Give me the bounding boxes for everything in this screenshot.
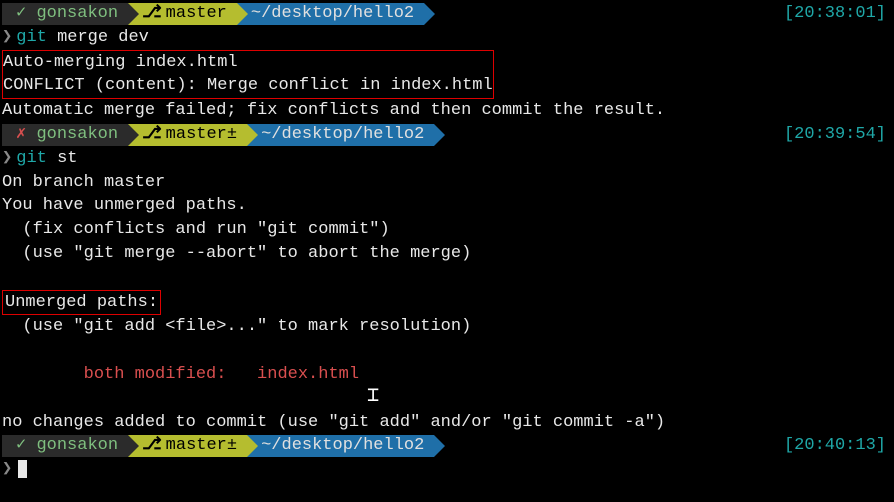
branch-segment: ⎇master±: [128, 124, 247, 146]
username: gonsakon: [36, 436, 118, 455]
prompt-arrow-icon: ❯: [2, 460, 12, 479]
text-cursor-icon: ⌶: [367, 383, 379, 411]
command-line-2[interactable]: ❯git st: [2, 147, 892, 171]
timestamp: [20:38:01]: [784, 2, 892, 26]
cwd-path: ~/desktop/hello2: [261, 436, 424, 455]
command-line-1[interactable]: ❯git merge dev: [2, 26, 892, 50]
cmd-git: git: [16, 149, 47, 168]
unmerged-paths-box: Unmerged paths:: [2, 290, 161, 316]
output-line: no changes added to commit (use "git add…: [2, 411, 892, 435]
prompt-line-2[interactable]: ✗ gonsakon ⎇master± ~/desktop/hello2 [20…: [2, 123, 892, 147]
output-line: (fix conflicts and run "git commit"): [2, 218, 892, 242]
check-icon: ✓: [16, 4, 26, 23]
cmd-git: git: [16, 28, 47, 47]
username: gonsakon: [36, 125, 118, 144]
path-segment: ~/desktop/hello2: [247, 435, 434, 457]
both-modified-line: both modified: index.html: [2, 363, 892, 387]
path-segment: ~/desktop/hello2: [247, 124, 434, 146]
x-icon: ✗: [16, 125, 26, 144]
timestamp: [20:40:13]: [784, 434, 892, 458]
user-segment: ✗ gonsakon: [2, 124, 128, 146]
cwd-path: ~/desktop/hello2: [251, 4, 414, 23]
output-line: You have unmerged paths.: [2, 194, 892, 218]
path-segment: ~/desktop/hello2: [237, 3, 424, 25]
output-line: Auto-merging index.html: [3, 51, 493, 75]
branch-segment: ⎇master±: [128, 435, 247, 457]
merge-conflict-box: Auto-merging index.html CONFLICT (conten…: [2, 50, 494, 100]
prompt-line-3[interactable]: ✓ gonsakon ⎇master± ~/desktop/hello2 [20…: [2, 434, 892, 458]
user-segment: ✓ gonsakon: [2, 3, 128, 25]
prompt-line-1[interactable]: ✓ gonsakon ⎇master ~/desktop/hello2 [20:…: [2, 2, 892, 26]
output-line: CONFLICT (content): Merge conflict in in…: [3, 74, 493, 98]
branch-icon: ⎇: [142, 124, 162, 146]
branch-name: master: [166, 4, 227, 23]
output-line: On branch master: [2, 171, 892, 195]
user-segment: ✓ gonsakon: [2, 435, 128, 457]
command-line-3[interactable]: ❯: [2, 458, 892, 482]
prompt-arrow-icon: ❯: [2, 28, 12, 47]
branch-segment: ⎇master: [128, 3, 237, 25]
branch-name: master±: [166, 125, 237, 144]
output-line: (use "git add <file>..." to mark resolut…: [2, 315, 892, 339]
timestamp: [20:39:54]: [784, 123, 892, 147]
branch-icon: ⎇: [142, 3, 162, 25]
username: gonsakon: [36, 4, 118, 23]
block-cursor-icon: [18, 460, 27, 478]
cmd-args: st: [57, 149, 77, 168]
output-line: Automatic merge failed; fix conflicts an…: [2, 99, 892, 123]
prompt-arrow-icon: ❯: [2, 149, 12, 168]
branch-name: master±: [166, 436, 237, 455]
branch-icon: ⎇: [142, 435, 162, 457]
cmd-args: merge dev: [57, 28, 149, 47]
check-icon: ✓: [16, 436, 26, 455]
output-line: (use "git merge --abort" to abort the me…: [2, 242, 892, 266]
cwd-path: ~/desktop/hello2: [261, 125, 424, 144]
